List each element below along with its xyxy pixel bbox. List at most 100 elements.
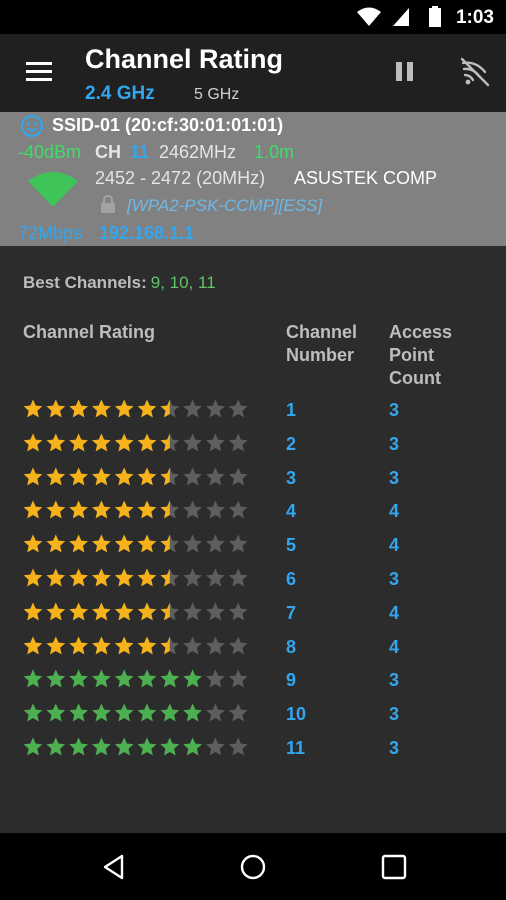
star-icon <box>183 433 202 452</box>
star-icon <box>160 433 180 452</box>
signal-level: -40dBm <box>18 142 82 162</box>
star-icon <box>206 737 225 756</box>
channel-number: 9 <box>286 670 297 691</box>
star-icon <box>69 500 88 519</box>
table-row: 23 <box>0 429 506 463</box>
star-icon <box>92 568 111 587</box>
star-icon <box>183 568 202 587</box>
channel-number: 10 <box>286 704 307 725</box>
star-icon <box>160 534 180 553</box>
star-icon <box>160 500 180 519</box>
star-icon <box>69 534 88 553</box>
app-bar: Channel Rating 2.4 GHz 5 GHz <box>0 34 506 112</box>
star-icon <box>92 534 111 553</box>
star-icon <box>23 703 43 722</box>
star-icon <box>92 737 111 756</box>
star-icon <box>46 433 66 452</box>
star-icon <box>160 399 180 418</box>
star-icon <box>183 399 202 418</box>
header-channel-rating: Channel Rating <box>23 322 156 342</box>
star-icon <box>160 636 180 654</box>
star-icon <box>69 636 88 654</box>
lock-icon <box>101 194 115 213</box>
best-channels-value: 9, 10, 11 <box>150 273 216 292</box>
channel-value: 11 <box>130 142 150 162</box>
star-icon <box>46 636 66 654</box>
star-icon <box>46 500 66 519</box>
table-row: 93 <box>0 665 506 699</box>
table-row: 63 <box>0 564 506 598</box>
star-icon <box>160 568 180 587</box>
star-icon <box>114 467 134 485</box>
star-icon <box>114 602 134 621</box>
star-icon <box>23 568 43 587</box>
star-icon <box>206 568 225 587</box>
tab-2-4-ghz[interactable]: 2.4 GHz <box>85 83 155 105</box>
star-icon <box>228 703 248 722</box>
star-icon <box>228 534 248 553</box>
star-icon <box>137 568 157 587</box>
star-icon <box>206 467 225 485</box>
channel-number: 8 <box>286 636 297 657</box>
star-icon <box>206 669 225 688</box>
access-point-count: 4 <box>389 602 400 623</box>
pause-icon[interactable] <box>396 62 416 84</box>
star-icon <box>69 568 88 587</box>
channel-number: 5 <box>286 535 297 556</box>
table-row: 44 <box>0 496 506 530</box>
star-icon <box>46 737 66 756</box>
rating-stars <box>23 568 248 587</box>
menu-icon[interactable] <box>26 62 52 82</box>
distance: 1.0m <box>254 142 295 162</box>
star-icon <box>69 669 88 688</box>
vendor: ASUSTEK COMP <box>294 168 438 188</box>
star-icon <box>183 467 202 485</box>
star-icon <box>183 602 202 621</box>
channel-number: 3 <box>286 467 297 488</box>
rating-stars <box>23 467 248 485</box>
star-icon <box>92 669 111 688</box>
access-point-count: 3 <box>389 400 400 420</box>
star-icon <box>206 399 225 418</box>
star-icon <box>69 602 88 621</box>
star-icon <box>183 636 202 654</box>
star-icon <box>228 602 248 621</box>
star-icon <box>160 669 180 688</box>
star-icon <box>114 534 134 553</box>
home-icon[interactable] <box>239 853 267 881</box>
star-icon <box>69 737 88 756</box>
star-icon <box>46 669 66 688</box>
page-title: Channel Rating <box>85 44 284 74</box>
star-icon <box>114 703 134 722</box>
cell-signal-icon <box>393 8 409 26</box>
table-row: 74 <box>0 598 506 632</box>
star-icon <box>114 433 134 452</box>
star-icon <box>183 534 202 553</box>
frequency: 2462MHz <box>159 142 237 162</box>
back-icon[interactable] <box>100 853 128 881</box>
star-icon <box>23 467 43 485</box>
wifi-scan-icon[interactable] <box>459 56 491 88</box>
table-row: 11 3 <box>0 733 506 767</box>
access-point-count: 3 <box>389 737 400 758</box>
rating-stars <box>23 433 248 452</box>
access-point-card[interactable]: SSID-01 (20:cf:30:01:01:01) -40dBm CH 11… <box>0 112 506 246</box>
channel-number: 6 <box>286 568 297 589</box>
star-icon <box>92 433 111 452</box>
star-icon <box>92 636 111 654</box>
star-icon <box>228 433 248 452</box>
channel-number: 2 <box>286 433 297 454</box>
star-icon <box>46 467 66 485</box>
star-icon <box>23 534 43 553</box>
star-icon <box>23 500 43 519</box>
channel-label: CH <box>95 142 121 162</box>
tab-5-ghz[interactable]: 5 GHz <box>194 86 239 104</box>
star-icon <box>69 703 88 722</box>
star-icon <box>228 669 248 688</box>
star-icon <box>206 500 225 519</box>
wifi-signal-icon <box>28 172 78 207</box>
recent-apps-icon[interactable] <box>381 854 407 880</box>
star-icon <box>46 534 66 553</box>
channel-table: 1 3 2 3 3 3 4 4 5 4 6 3 7 4 8 4 9 3 10 3 11 3 <box>0 395 506 767</box>
star-icon <box>137 669 157 688</box>
